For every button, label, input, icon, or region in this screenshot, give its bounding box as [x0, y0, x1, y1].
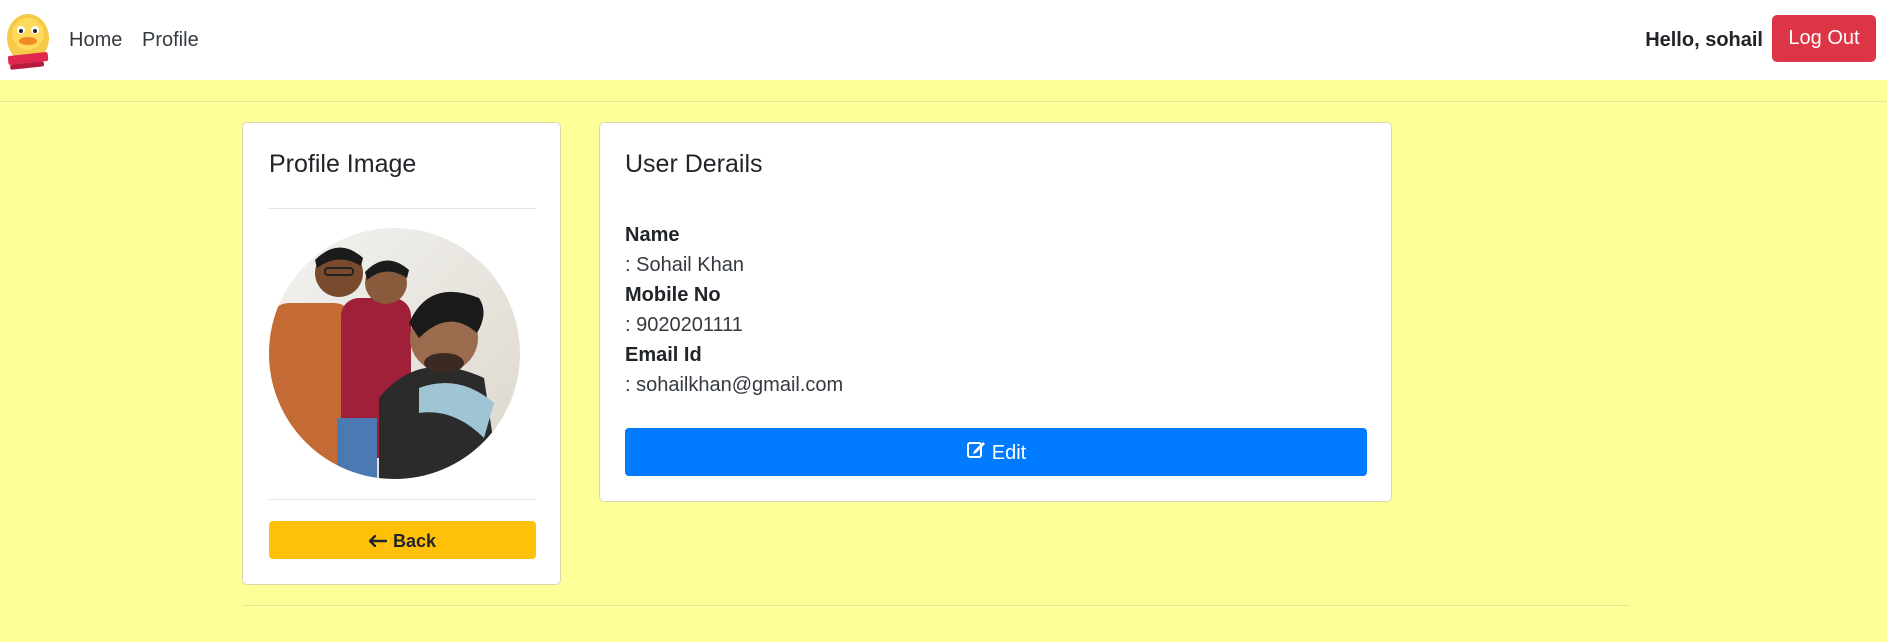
profile-image-card: Profile Image Back: [242, 122, 561, 585]
nav-link-profile[interactable]: Profile: [142, 27, 199, 53]
email-label: Email Id: [625, 344, 702, 366]
edit-icon: [966, 429, 986, 477]
email-value: : sohailkhan@gmail.com: [625, 374, 844, 396]
user-card-title: User Derails: [625, 150, 763, 178]
mobile-label: Mobile No: [625, 284, 721, 306]
mobile-value: : 9020201111: [625, 314, 743, 336]
name-label: Name: [625, 224, 680, 246]
user-details-card: User Derails Name : Sohail Khan Mobile N…: [599, 122, 1392, 502]
back-button-label: Back: [392, 531, 437, 552]
arrow-left-icon: [368, 522, 388, 560]
divider: [269, 499, 536, 500]
navbar: Home Profile Hello, sohail Log Out: [0, 0, 1887, 80]
divider: [242, 605, 1630, 606]
back-button[interactable]: Back: [269, 521, 536, 559]
divider: [0, 101, 1887, 102]
duck-logo-icon[interactable]: [4, 8, 52, 72]
user-greeting: Hello, sohail: [1645, 29, 1763, 51]
edit-button-label: Edit: [991, 441, 1027, 464]
nav-link-home[interactable]: Home: [69, 27, 122, 53]
profile-photo: [269, 228, 520, 479]
profile-card-title: Profile Image: [269, 150, 417, 178]
edit-button[interactable]: Edit: [625, 428, 1367, 476]
logout-button[interactable]: Log Out: [1772, 15, 1876, 62]
name-value: : Sohail Khan: [625, 254, 744, 276]
divider: [269, 208, 536, 209]
